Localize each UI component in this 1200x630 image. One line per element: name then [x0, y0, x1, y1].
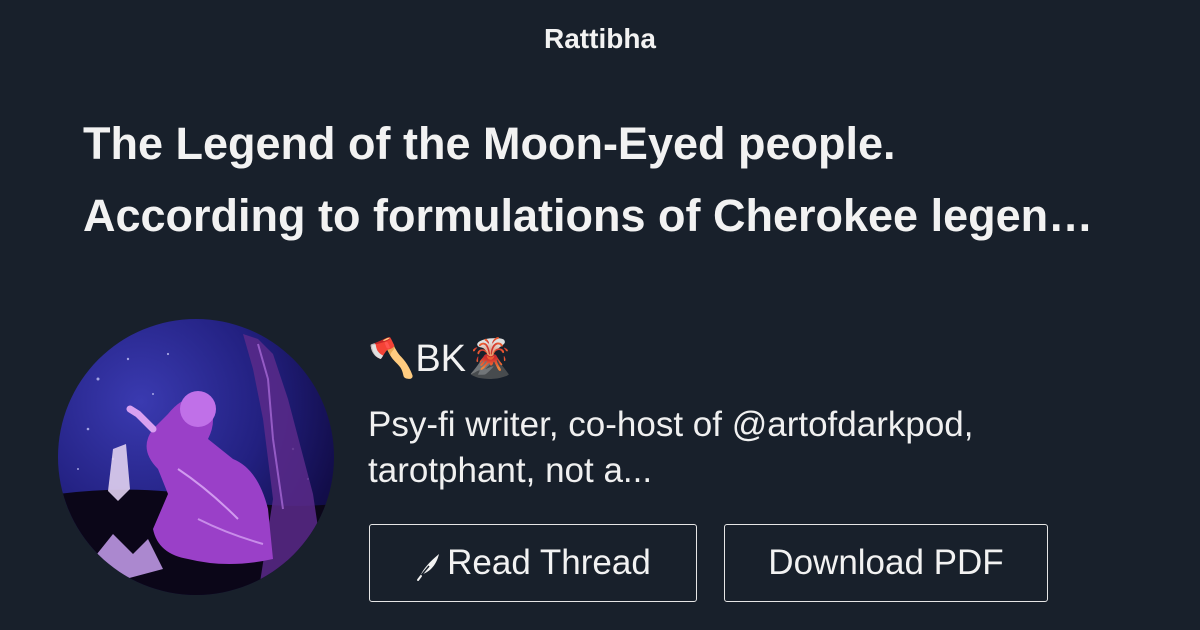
- download-pdf-label: Download PDF: [768, 543, 1004, 582]
- read-thread-label: Read Thread: [447, 543, 651, 582]
- author-bio: Psy-fi writer, co-host of @artofdarkpod,…: [368, 405, 974, 490]
- download-pdf-button[interactable]: Download PDF: [724, 524, 1048, 602]
- feather-icon: [417, 554, 440, 581]
- author-avatar: [58, 319, 334, 595]
- read-thread-button[interactable]: Read Thread: [369, 524, 697, 602]
- site-name: Rattibha: [544, 23, 656, 54]
- author-name: 🪓BK🌋: [368, 338, 514, 380]
- thread-title-line-1: The Legend of the Moon-Eyed people.: [83, 118, 896, 169]
- avatar-image: [58, 334, 334, 595]
- thread-title: The Legend of the Moon-Eyed people. Acco…: [83, 108, 1163, 252]
- thread-title-line-2: According to formulations of Cherokee le…: [83, 190, 1094, 241]
